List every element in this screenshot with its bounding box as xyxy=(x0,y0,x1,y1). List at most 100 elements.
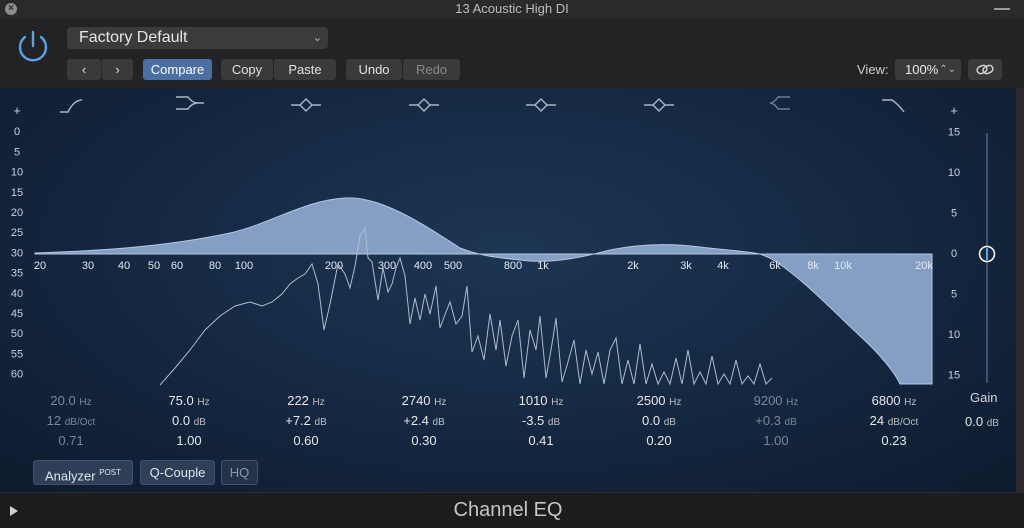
band-q[interactable]: 0.60 xyxy=(271,433,341,453)
eq-graph[interactable]: +051015202530354045505560 +15105051015 2… xyxy=(0,88,1016,388)
band-frequency-value: 20.0 xyxy=(50,393,76,408)
paste-button[interactable]: Paste xyxy=(274,59,336,80)
preset-menu[interactable]: Factory Default ⌄ xyxy=(67,27,328,49)
band-3-column: 222 Hz +7.2 dB 0.60 xyxy=(271,393,341,453)
gain-number: 0.0 xyxy=(965,414,984,429)
band-frequency[interactable]: 75.0 Hz xyxy=(154,393,224,413)
frequency-label: 8k xyxy=(807,260,819,272)
band-q[interactable]: 0.23 xyxy=(859,433,929,453)
band-q-value: 0.60 xyxy=(293,433,319,448)
band-gain-unit: dB/Oct xyxy=(64,417,96,428)
copy-button[interactable]: Copy xyxy=(221,59,273,80)
low-cut-icon[interactable] xyxy=(60,99,83,113)
plugin-footer: Channel EQ xyxy=(0,492,1024,528)
band-q[interactable]: 0.71 xyxy=(36,433,106,453)
hq-button[interactable]: HQ xyxy=(221,460,258,485)
view-label: View: xyxy=(857,62,889,77)
next-preset-button[interactable]: › xyxy=(101,59,133,80)
band-gain[interactable]: 12 dB/Oct xyxy=(36,413,106,433)
band-gain-value: 24 xyxy=(869,413,885,428)
band-gain-value: +7.2 xyxy=(285,413,311,428)
frequency-label: 100 xyxy=(235,260,253,272)
band-frequency-value: 75.0 xyxy=(168,393,194,408)
band-frequency[interactable]: 20.0 Hz xyxy=(36,393,106,413)
frequency-label: 50 xyxy=(148,260,160,272)
chevron-down-icon: ⌄ xyxy=(312,32,322,44)
band-gain[interactable]: -3.5 dB xyxy=(506,413,576,433)
view-zoom-value: 100% xyxy=(905,62,939,77)
frequency-label: 200 xyxy=(325,260,343,272)
band-frequency[interactable]: 6800 Hz xyxy=(859,393,929,413)
compare-button[interactable]: Compare xyxy=(143,59,212,80)
band-gain[interactable]: +0.3 dB xyxy=(741,413,811,433)
band-gain[interactable]: +2.4 dB xyxy=(389,413,459,433)
analyzer-post-label: POST xyxy=(99,468,121,477)
gain-value[interactable]: 0.0 dB xyxy=(965,414,999,429)
bell-band-4-icon[interactable] xyxy=(526,98,556,112)
undo-button[interactable]: Undo xyxy=(346,59,402,80)
band-gain-unit: dB xyxy=(314,417,327,428)
view-zoom-select[interactable]: 100% ⌃⌄ xyxy=(895,59,961,80)
band-q-value: 0.20 xyxy=(646,433,672,448)
band-frequency-unit: Hz xyxy=(434,397,447,408)
minimize-icon[interactable] xyxy=(994,8,1010,10)
band-gain-value: +2.4 xyxy=(403,413,429,428)
band-frequency[interactable]: 2500 Hz xyxy=(624,393,694,413)
band-frequency-value: 9200 xyxy=(753,393,783,408)
band-q[interactable]: 1.00 xyxy=(154,433,224,453)
band-frequency[interactable]: 1010 Hz xyxy=(506,393,576,413)
plugin-name: Channel EQ xyxy=(453,499,563,521)
gain-label: Gain xyxy=(970,390,998,405)
high-shelf-icon[interactable] xyxy=(769,96,790,110)
band-q[interactable]: 0.30 xyxy=(389,433,459,453)
bell-band-2-icon[interactable] xyxy=(291,98,321,112)
low-shelf-icon[interactable] xyxy=(176,96,204,110)
band-frequency[interactable]: 222 Hz xyxy=(271,393,341,413)
frequency-label: 60 xyxy=(171,260,183,272)
bell-band-5-icon[interactable] xyxy=(644,98,674,112)
band-frequency-unit: Hz xyxy=(79,397,92,408)
band-7-column: 9200 Hz +0.3 dB 1.00 xyxy=(741,393,811,453)
scrollbar[interactable] xyxy=(1016,88,1024,492)
close-icon[interactable]: × xyxy=(5,3,17,15)
band-frequency-unit: Hz xyxy=(551,397,564,408)
q-couple-button[interactable]: Q-Couple xyxy=(140,460,215,485)
left-scale-label: 5 xyxy=(14,146,20,158)
right-scale-label: 15 xyxy=(948,127,960,139)
power-icon[interactable] xyxy=(14,28,52,66)
band-q[interactable]: 0.41 xyxy=(506,433,576,453)
band-frequency-unit: Hz xyxy=(786,397,799,408)
bell-band-3-icon[interactable] xyxy=(409,98,439,112)
frequency-label: 6k xyxy=(769,260,781,272)
band-frequency[interactable]: 9200 Hz xyxy=(741,393,811,413)
analyzer-button[interactable]: Analyzer POST xyxy=(33,460,133,485)
band-gain-unit: dB xyxy=(547,417,561,428)
left-scale-label: 0 xyxy=(14,126,20,138)
band-gain-value: 0.0 xyxy=(172,413,191,428)
frequency-label: 300 xyxy=(378,260,396,272)
band-q[interactable]: 0.20 xyxy=(624,433,694,453)
band-frequency[interactable]: 2740 Hz xyxy=(389,393,459,413)
band-q-value: 1.00 xyxy=(176,433,202,448)
frequency-label: 800 xyxy=(504,260,522,272)
frequency-label: 10k xyxy=(834,260,852,272)
band-frequency-value: 2740 xyxy=(401,393,431,408)
right-scale-label: 5 xyxy=(951,208,957,220)
redo-button[interactable]: Redo xyxy=(403,59,460,80)
right-scale-label: 5 xyxy=(951,289,957,301)
band-gain[interactable]: 0.0 dB xyxy=(624,413,694,433)
left-scale-label: 55 xyxy=(11,348,23,360)
previous-preset-button[interactable]: ‹ xyxy=(67,59,101,80)
band-frequency-value: 2500 xyxy=(636,393,666,408)
band-q[interactable]: 1.00 xyxy=(741,433,811,453)
band-gain[interactable]: 0.0 dB xyxy=(154,413,224,433)
band-gain[interactable]: +7.2 dB xyxy=(271,413,341,433)
analyzer-label: Analyzer xyxy=(45,468,96,484)
band-q-value: 0.71 xyxy=(58,433,84,448)
link-button[interactable] xyxy=(968,59,1002,80)
high-cut-icon[interactable] xyxy=(882,99,905,113)
band-8-column: 6800 Hz 24 dB/Oct 0.23 xyxy=(859,393,929,453)
frequency-label: 80 xyxy=(209,260,221,272)
band-gain[interactable]: 24 dB/Oct xyxy=(859,413,929,433)
left-scale-label: 50 xyxy=(11,328,23,340)
